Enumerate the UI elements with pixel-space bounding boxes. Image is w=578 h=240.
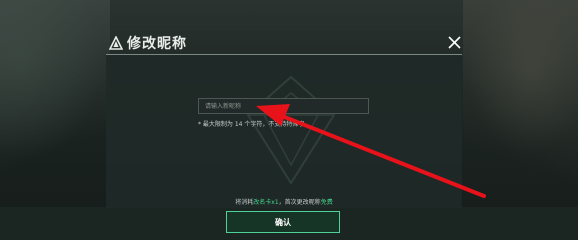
dialog-title: 修改昵称 <box>127 36 187 52</box>
nickname-input[interactable] <box>198 98 369 114</box>
warning-triangle-icon <box>109 36 123 50</box>
dialog-header: 修改昵称 <box>106 32 462 54</box>
free-label: 免费 <box>320 199 333 206</box>
confirm-button[interactable]: 确认 <box>226 211 340 233</box>
length-hint: * 最大限制为 14 个字符，不支持特殊字 <box>198 121 305 128</box>
cost-prefix: 将消耗 <box>235 199 254 206</box>
background-character-left <box>0 0 110 207</box>
background-character-right <box>463 0 578 207</box>
cost-notice: 将消耗改名卡x1，首次更改昵称免费 <box>106 197 462 206</box>
dialog-body: * 最大限制为 14 个字符，不支持特殊字 将消耗改名卡x1，首次更改昵称免费 … <box>106 54 462 233</box>
rename-card-count: 改名卡x1 <box>253 199 279 206</box>
cost-middle: ，首次更改昵称 <box>278 199 321 206</box>
confirm-button-label: 确认 <box>275 218 291 227</box>
close-icon[interactable] <box>447 35 462 50</box>
diamond-emblem-icon <box>246 75 336 185</box>
rename-dialog: 修改昵称 * 最大限制为 14 个字符，不支持特殊字 将消耗改名卡x1，首次更改… <box>106 32 462 233</box>
